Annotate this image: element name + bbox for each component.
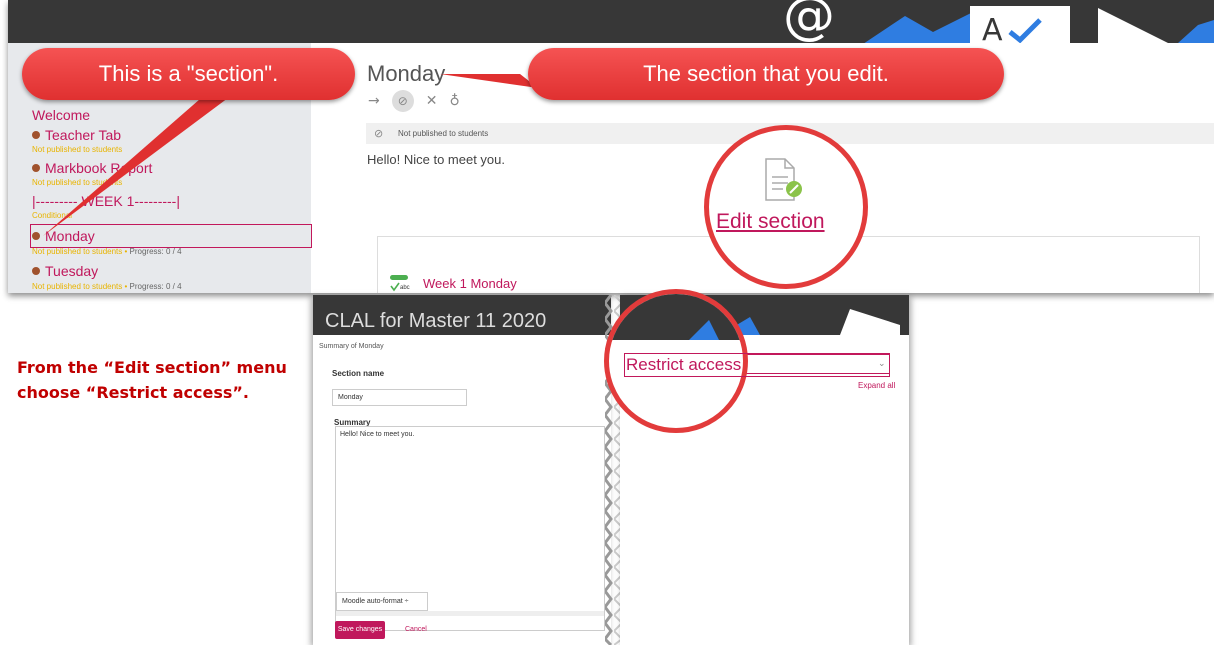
checkmark-icon: [1178, 20, 1214, 43]
summary-text: Hello! Nice to meet you.: [340, 431, 415, 438]
arrow-icon: [1098, 8, 1168, 43]
section-name-label: Section name: [332, 369, 385, 378]
callout-section: This is a "section".: [22, 48, 355, 100]
restrict-access-row-zoom: [624, 353, 890, 377]
summary-editor[interactable]: Hello! Nice to meet you. Moodle auto-for…: [335, 426, 605, 631]
editor-scrollbar[interactable]: [336, 611, 604, 616]
course-header: CLAL for Master 11 2020: [313, 295, 611, 335]
svg-text:A: A: [982, 13, 1003, 43]
edit-section-form-screenshot: CLAL for Master 11 2020 Summary of Monda…: [313, 295, 611, 645]
checkmark-icon: [864, 12, 973, 43]
text-format-select[interactable]: Moodle auto-format ÷: [336, 592, 428, 611]
callout-pointer-section: [43, 74, 538, 236]
a-letter-icon: A: [970, 6, 1070, 43]
save-changes-button[interactable]: Save changes: [335, 621, 385, 639]
cancel-button[interactable]: Cancel: [405, 626, 427, 633]
instruction-line: choose “Restrict access”.: [17, 383, 249, 402]
expand-all-link[interactable]: Expand all: [858, 381, 895, 390]
edit-section-link[interactable]: Edit section: [716, 210, 825, 234]
edit-section-highlight-circle: [704, 125, 868, 289]
banner-shapes-icon: [689, 320, 719, 340]
callout-edit: The section that you edit.: [528, 48, 1004, 100]
section-name-field[interactable]: [332, 389, 467, 406]
form-heading: Summary of Monday: [319, 343, 384, 350]
instruction-text: From the “Edit section” menu choose “Res…: [17, 355, 287, 405]
course-title: CLAL for Master 11 2020: [325, 310, 547, 332]
instruction-line: From the “Edit section” menu: [17, 358, 287, 377]
at-sign-icon: @: [783, 0, 835, 43]
edit-document-icon[interactable]: [763, 158, 803, 202]
course-header: [609, 294, 743, 340]
